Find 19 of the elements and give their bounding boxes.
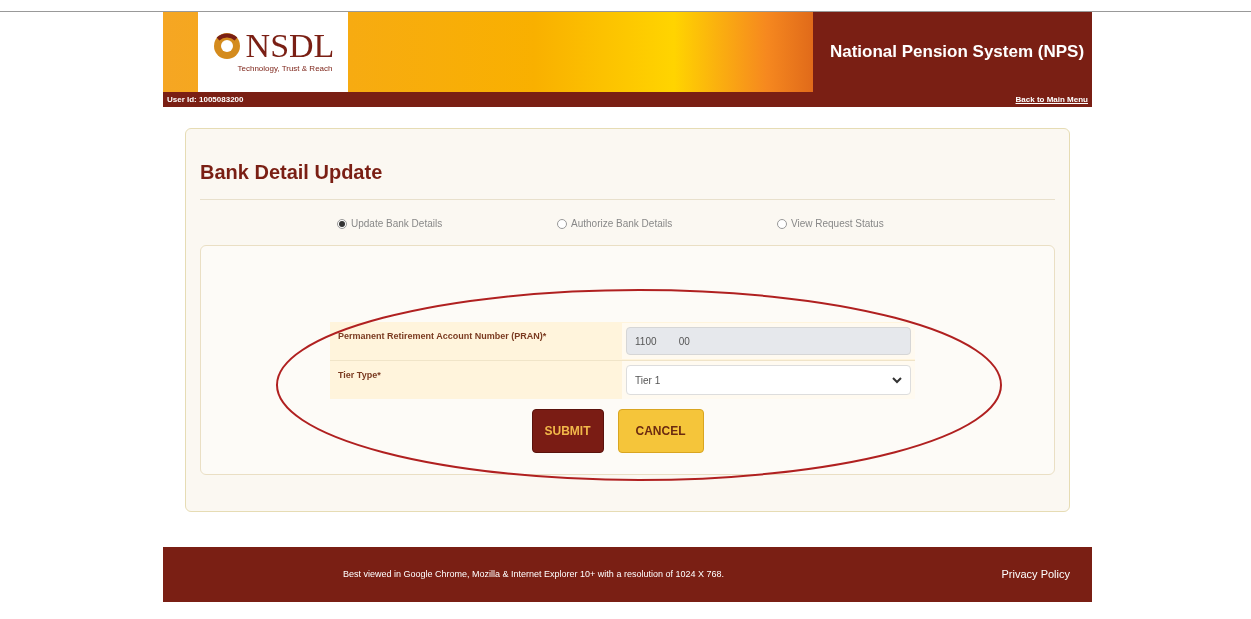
radio-option[interactable]: Authorize Bank Details xyxy=(557,216,707,231)
system-title: National Pension System (NPS) xyxy=(828,41,1086,64)
back-link[interactable]: Back to Main Menu xyxy=(1015,93,1088,106)
pran-field[interactable]: 1100 00 xyxy=(626,327,911,355)
radio-option[interactable]: Update Bank Details xyxy=(337,216,487,231)
logo-icon xyxy=(211,31,242,61)
field-label: Permanent Retirement Account Number (PRAN)* xyxy=(337,330,548,343)
radio-option[interactable]: View Request Status xyxy=(777,216,927,231)
privacy-link[interactable]: Privacy Policy xyxy=(1001,566,1070,583)
field-label: Tier Type* xyxy=(337,369,382,382)
chevron-down-icon xyxy=(892,376,902,384)
logo-text: NSDL xyxy=(245,29,335,63)
submit-button[interactable]: SUBMIT xyxy=(531,409,604,453)
form-title: Bank Detail Update xyxy=(200,157,1055,200)
logo-tagline: Technology, Trust & Reach xyxy=(237,63,333,75)
cancel-button[interactable]: CANCEL xyxy=(617,409,704,453)
footer-note: Best viewed in Google Chrome, Mozilla & Internet Explorer 10+ with a resolution of 1024 X 768. xyxy=(343,567,725,581)
user-id: User Id: 1005083200 xyxy=(167,93,244,106)
tier-select[interactable]: Tier 1 xyxy=(626,365,911,395)
